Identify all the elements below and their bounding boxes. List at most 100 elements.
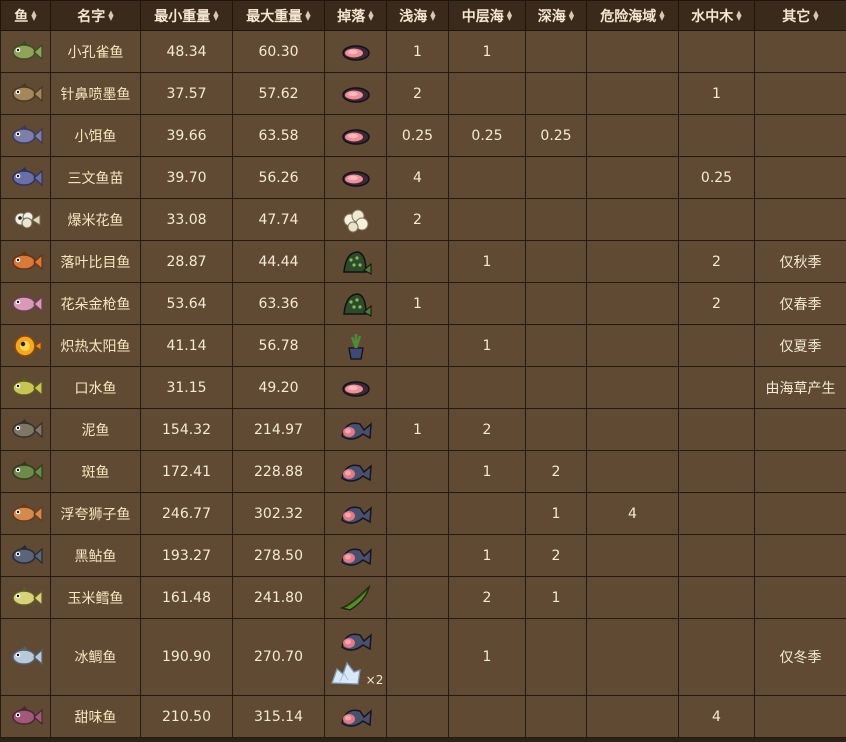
fish-meat-icon[interactable] — [338, 547, 374, 566]
other-note — [754, 576, 846, 619]
fish-name[interactable]: 玉米鳕鱼 — [50, 576, 141, 619]
max-weight: 302.32 — [232, 492, 325, 535]
header-label: 水中木 — [691, 8, 734, 25]
header-label: 浅海 — [399, 8, 428, 25]
header-label: 名字 — [77, 8, 106, 25]
spawn-shallow — [386, 618, 449, 696]
other-note — [754, 72, 846, 115]
small-fish-icon — [9, 292, 43, 312]
max-weight: 214.97 — [232, 408, 325, 451]
header-other[interactable]: 其它 ▲ ▼ — [754, 0, 846, 31]
table-row: 口水鱼 31.15 49.20 由海草产生 — [0, 366, 846, 409]
sort-icon: ▲ ▼ — [659, 8, 665, 22]
fish-name[interactable]: 三文鱼苗 — [50, 156, 141, 199]
fish-name[interactable]: 针鼻喷墨鱼 — [50, 72, 141, 115]
fish-name[interactable]: 小孔雀鱼 — [50, 30, 141, 73]
fish-name[interactable]: 小饵鱼 — [50, 114, 141, 157]
fish-meat-icon[interactable] — [338, 708, 374, 727]
min-weight: 193.27 — [140, 534, 233, 577]
spawn-medium: 1 — [448, 534, 526, 577]
header-label: 深海 — [537, 8, 566, 25]
fish-meat-icon[interactable] — [338, 627, 374, 655]
header-label: 危险海域 — [600, 8, 657, 25]
spawn-medium: 0.25 — [448, 114, 526, 157]
spawn-hazard — [586, 282, 679, 325]
min-weight: 161.48 — [140, 576, 233, 619]
header-deep[interactable]: 深海 ▲ ▼ — [525, 0, 587, 31]
fish-icon-cell — [0, 534, 51, 577]
table-row: 三文鱼苗 39.70 56.26 4 0.25 — [0, 156, 846, 199]
fish-name[interactable]: 炽热太阳鱼 — [50, 324, 141, 367]
min-weight: 246.77 — [140, 492, 233, 535]
fish-meat-icon[interactable] — [338, 505, 374, 524]
sort-icon: ▲ ▼ — [506, 8, 513, 22]
fish-name[interactable]: 落叶比目鱼 — [50, 240, 141, 283]
max-weight: 228.88 — [232, 450, 325, 493]
other-note — [754, 156, 846, 199]
popcorn-fish-icon — [9, 211, 43, 228]
spawn-tree — [678, 366, 755, 409]
leaf-fish-meat-icon[interactable] — [338, 292, 374, 317]
drop-cell — [324, 695, 387, 738]
spawn-tree — [678, 198, 755, 241]
max-weight: 57.62 — [232, 72, 325, 115]
fish-name[interactable]: 冰鲷鱼 — [50, 618, 141, 696]
fish-icon-cell — [0, 30, 51, 73]
sort-icon: ▲ ▼ — [31, 8, 37, 22]
ice-fish-icon — [9, 646, 43, 666]
header-medium[interactable]: 中层海 ▲ ▼ — [448, 0, 526, 31]
spawn-shallow — [386, 492, 449, 535]
drop-cell — [324, 114, 387, 157]
sort-icon: ▲ ▼ — [430, 8, 436, 22]
min-weight: 37.57 — [140, 72, 233, 115]
max-weight: 315.14 — [232, 695, 325, 738]
small-fish-meat-icon[interactable] — [338, 86, 374, 103]
fish-name[interactable]: 花朵金枪鱼 — [50, 282, 141, 325]
spawn-deep — [525, 72, 587, 115]
spawn-hazard — [586, 30, 679, 73]
fish-name[interactable]: 泥鱼 — [50, 408, 141, 451]
fish-name[interactable]: 黑鲇鱼 — [50, 534, 141, 577]
small-fish-meat-icon[interactable] — [338, 380, 374, 397]
fish-meat-icon[interactable] — [338, 421, 374, 440]
small-fish-meat-icon[interactable] — [338, 170, 374, 187]
fish-name[interactable]: 斑鱼 — [50, 450, 141, 493]
large-fish-icon — [9, 502, 43, 522]
max-weight: 44.44 — [232, 240, 325, 283]
fish-name[interactable]: 甜味鱼 — [50, 695, 141, 738]
header-min-weight[interactable]: 最小重量 ▲ ▼ — [140, 0, 233, 31]
sort-icon: ▲ ▼ — [368, 8, 374, 22]
fish-name[interactable]: 爆米花鱼 — [50, 198, 141, 241]
small-fish-meat-icon[interactable] — [338, 128, 374, 145]
header-max-weight[interactable]: 最大重量 ▲ ▼ — [232, 0, 325, 31]
spawn-medium — [448, 695, 526, 738]
header-name[interactable]: 名字 ▲ ▼ — [50, 0, 141, 31]
spawn-tree: 0.25 — [678, 156, 755, 199]
popcorn-icon[interactable] — [338, 209, 374, 232]
fish-meat-icon[interactable] — [338, 463, 374, 482]
header-hazard[interactable]: 危险海域 ▲ ▼ — [586, 0, 679, 31]
corn-icon[interactable] — [338, 584, 374, 611]
spawn-shallow: 1 — [386, 282, 449, 325]
small-fish-meat-icon[interactable] — [338, 44, 374, 61]
header-fish[interactable]: 鱼 ▲ ▼ — [0, 0, 51, 31]
potted-plant-icon[interactable] — [338, 333, 374, 360]
header-drop[interactable]: 掉落 ▲ ▼ — [324, 0, 387, 31]
fish-icon-cell — [0, 366, 51, 409]
spawn-hazard — [586, 695, 679, 738]
small-fish-icon — [9, 376, 43, 396]
other-note: 仅冬季 — [754, 618, 846, 696]
spawn-hazard — [586, 534, 679, 577]
spawn-shallow: 0.25 — [386, 114, 449, 157]
leaf-fish-meat-icon[interactable] — [338, 250, 374, 275]
fish-name[interactable]: 口水鱼 — [50, 366, 141, 409]
spawn-shallow — [386, 240, 449, 283]
header-shallow[interactable]: 浅海 ▲ ▼ — [386, 0, 449, 31]
table-row: 黑鲇鱼 193.27 278.50 1 2 — [0, 534, 846, 577]
ice-icon[interactable] — [328, 659, 364, 687]
large-fish-icon — [9, 544, 43, 564]
spawn-deep — [525, 30, 587, 73]
spawn-medium: 1 — [448, 30, 526, 73]
header-tree[interactable]: 水中木 ▲ ▼ — [678, 0, 755, 31]
fish-name[interactable]: 浮夸狮子鱼 — [50, 492, 141, 535]
